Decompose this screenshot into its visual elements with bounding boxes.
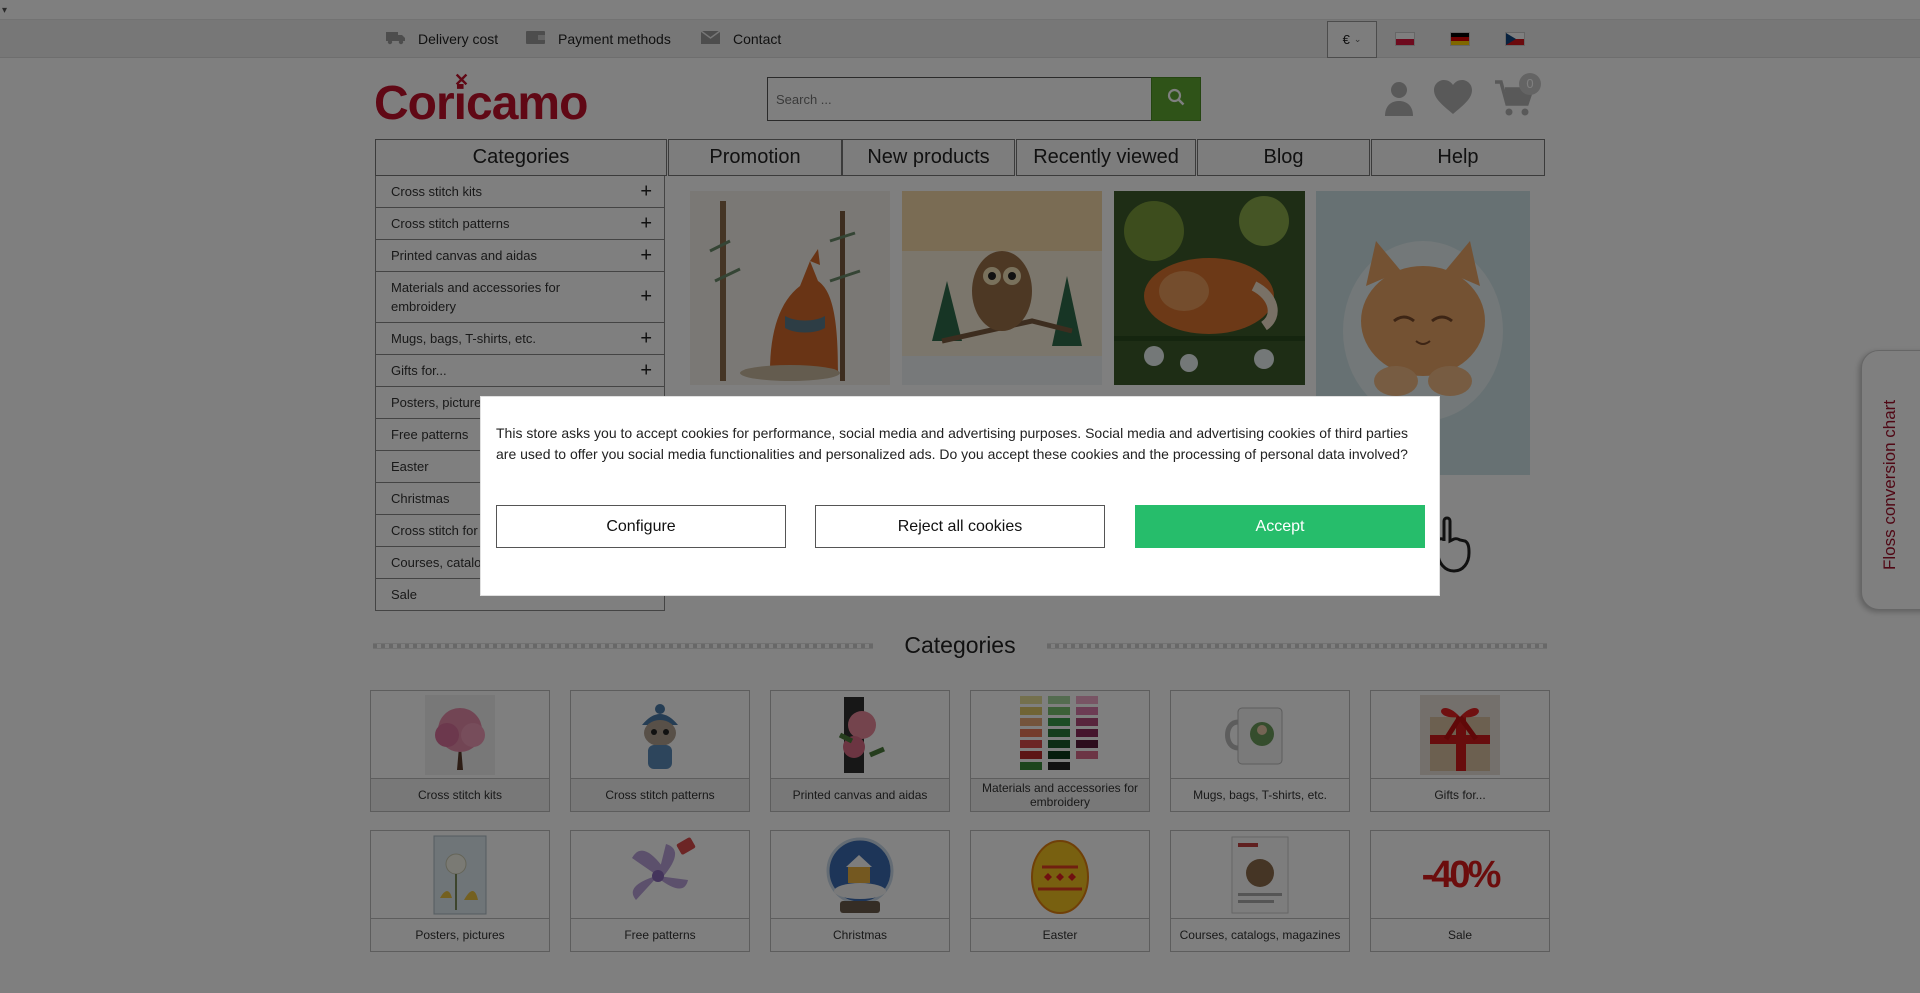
reject-all-cookies-button[interactable]: Reject all cookies <box>815 505 1105 548</box>
configure-button[interactable]: Configure <box>496 505 786 548</box>
accept-button[interactable]: Accept <box>1135 505 1425 548</box>
cookie-consent-modal: This store asks you to accept cookies fo… <box>480 396 1440 596</box>
cookie-consent-text: This store asks you to accept cookies fo… <box>496 425 1409 462</box>
